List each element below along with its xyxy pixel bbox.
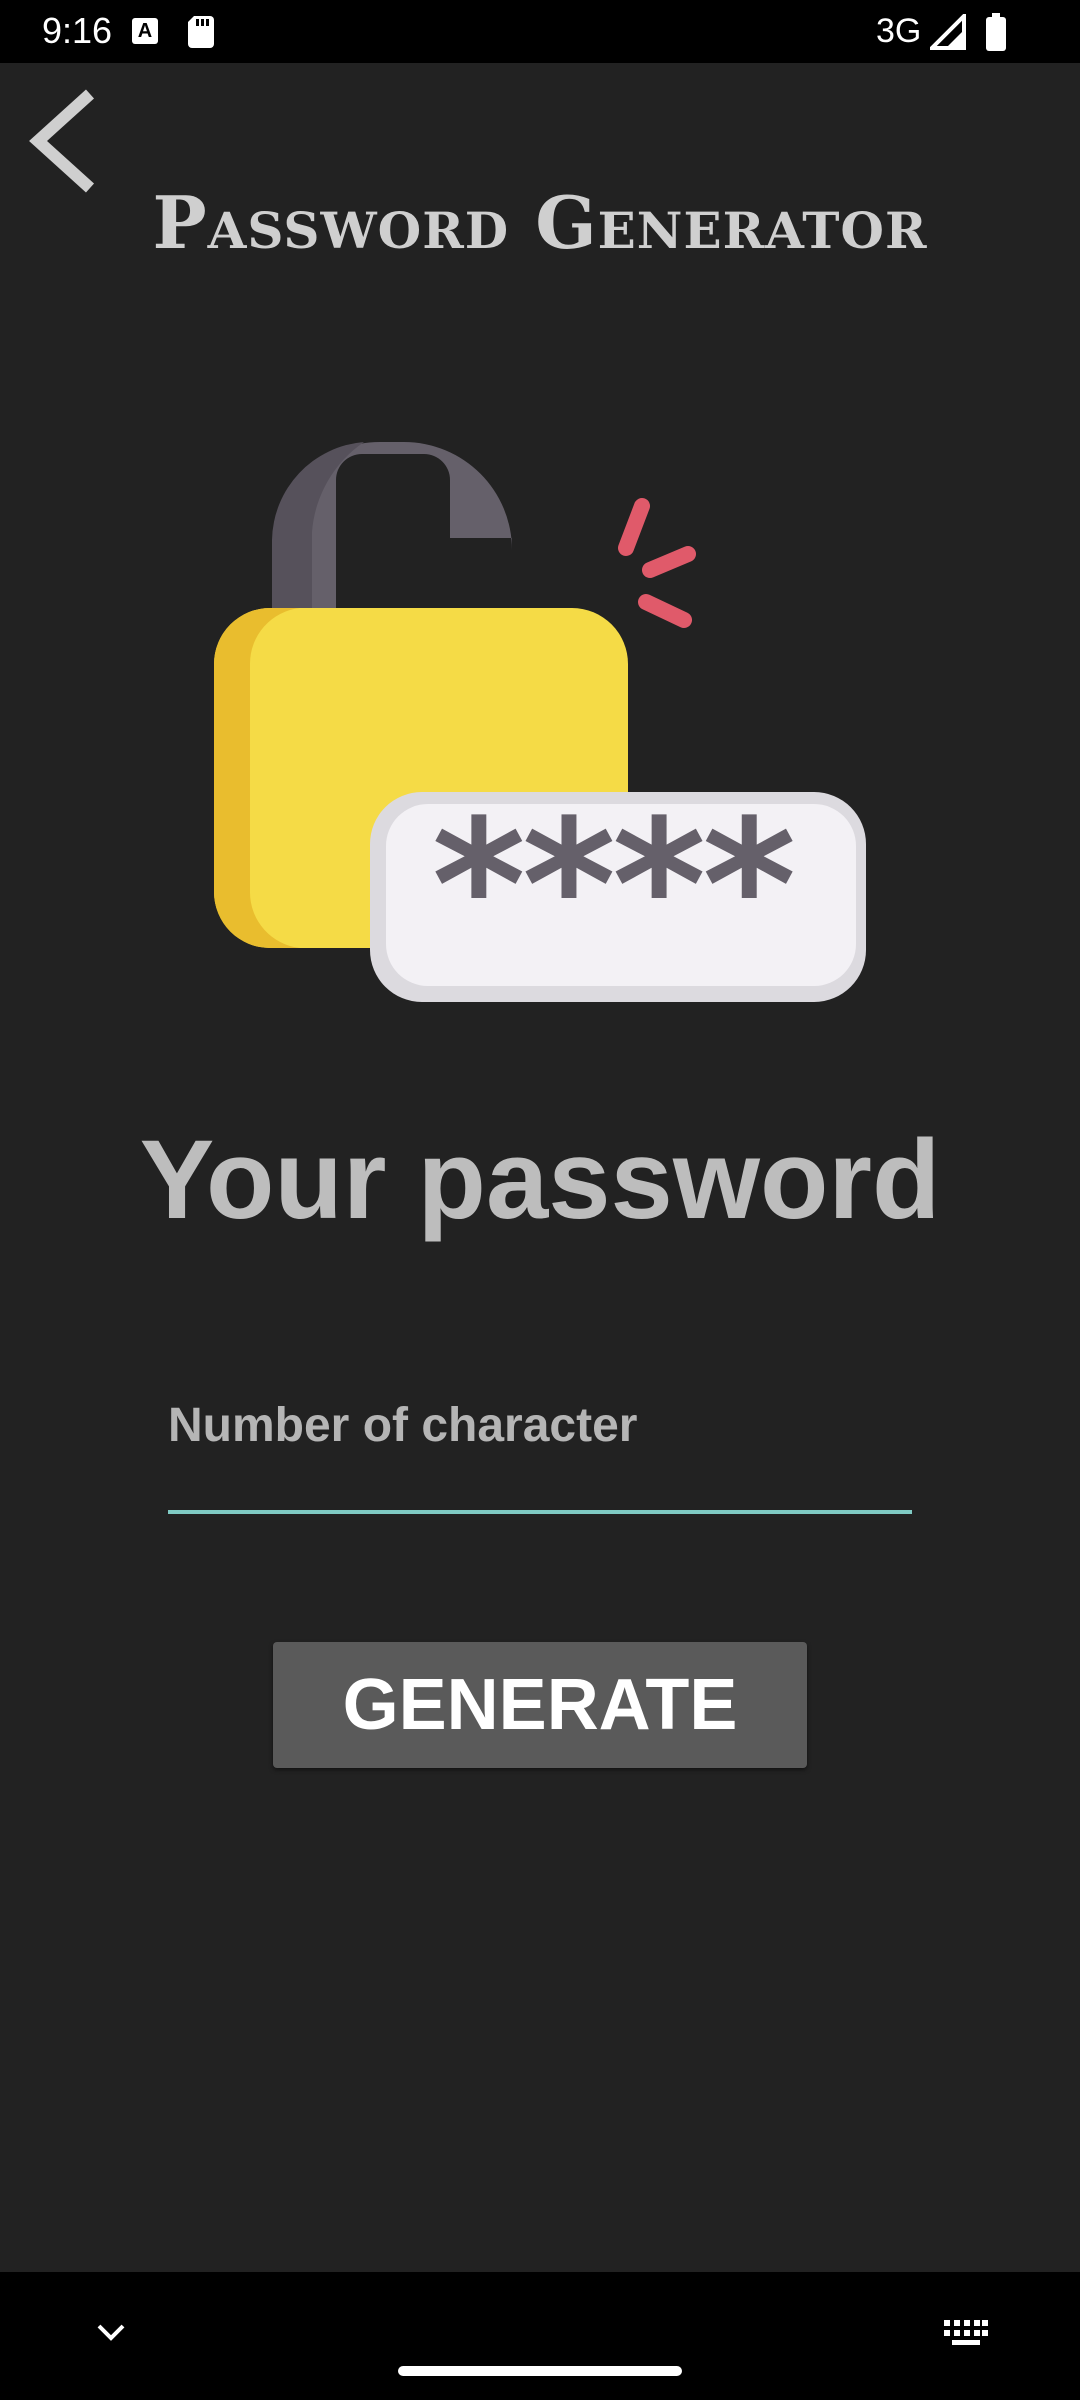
generate-button[interactable]: GENERATE xyxy=(273,1642,807,1768)
battery-icon xyxy=(985,13,1007,56)
password-output: Your password xyxy=(139,1117,941,1242)
network-type: 3G xyxy=(876,12,922,50)
home-handle[interactable] xyxy=(398,2366,682,2376)
masked-password-stars: **** xyxy=(432,782,797,991)
status-bar: 9:16 A 3G xyxy=(0,0,1080,63)
sim-card-icon xyxy=(188,16,214,53)
app-title: Password Generator xyxy=(152,180,928,265)
padlock-password-icon: **** xyxy=(200,380,880,1020)
masked-text: **** xyxy=(432,782,793,991)
keyboard-icon[interactable] xyxy=(944,2320,988,2351)
signal-icon xyxy=(927,11,966,55)
status-time: 9:16 xyxy=(42,10,113,51)
navigation-bar xyxy=(0,2272,1080,2400)
chevron-down-icon[interactable] xyxy=(96,2322,126,2347)
character-count-input[interactable] xyxy=(168,1390,912,1460)
input-underline xyxy=(168,1510,912,1514)
notification-icon: A xyxy=(132,18,158,44)
